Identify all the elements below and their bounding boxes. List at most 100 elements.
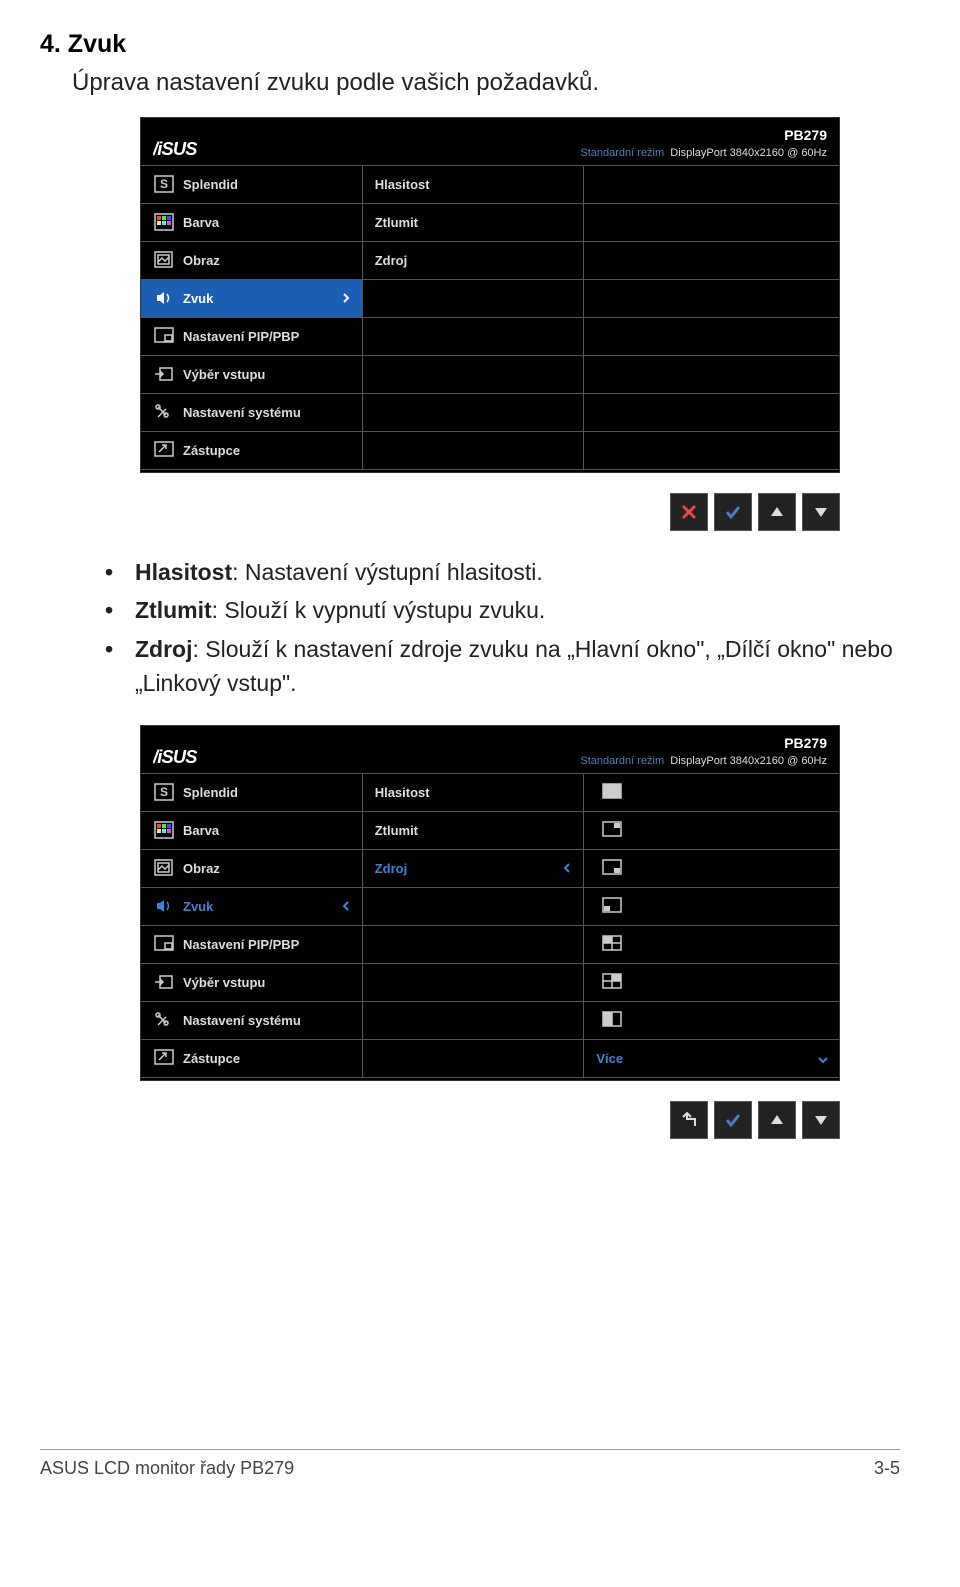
osd-header-info: PB279 Standardní režim DisplayPort 3840x… [580,734,827,769]
menu-zastupce[interactable]: Zástupce [141,1040,363,1078]
menu-label: Nastavení systému [183,1013,301,1028]
up-button[interactable] [758,493,796,531]
blank-row [584,280,839,318]
blank-row [584,242,839,280]
blank-row [363,926,585,964]
menu-zvuk[interactable]: Zvuk [141,888,363,926]
bullet-ztlumit: • Ztlumit: Slouží k vypnutí výstupu zvuk… [105,593,900,628]
menu-label: Obraz [183,861,220,876]
menu-system[interactable]: Nastavení systému [141,394,363,432]
source-option-3[interactable] [584,850,839,888]
source-option-5[interactable] [584,926,839,964]
blank-row [584,318,839,356]
source-option-2[interactable] [584,812,839,850]
asus-logo: /iSUS [153,137,253,161]
menu-barva[interactable]: Barva [141,204,363,242]
ok-button[interactable] [714,1101,752,1139]
nav-buttons-1 [140,493,840,531]
menu-vstup[interactable]: Výběr vstupu [141,356,363,394]
menu-splendid[interactable]: S Splendid [141,166,363,204]
blank-row [363,318,585,356]
source-option-1[interactable] [584,774,839,812]
blank-row [584,432,839,470]
nav-buttons-2 [140,1101,840,1139]
bullet-list: • Hlasitost: Nastavení výstupní hlasitos… [105,555,900,701]
submenu-hlasitost[interactable]: Hlasitost [363,166,585,204]
osd-screenshot-2: /iSUS PB279 Standardní režim DisplayPort… [140,725,840,1081]
menu-label: Zástupce [183,443,240,458]
section-subheading: Úprava nastavení zvuku podle vašich poža… [72,69,900,97]
menu-zvuk[interactable]: Zvuk [141,280,363,318]
submenu-zdroj[interactable]: Zdroj [363,242,585,280]
menu-pip[interactable]: Nastavení PIP/PBP [141,318,363,356]
source-option-7[interactable] [584,1002,839,1040]
blank-row [363,888,585,926]
source-option-6[interactable] [584,964,839,1002]
svg-text:/iSUS: /iSUS [153,138,198,159]
ok-button[interactable] [714,493,752,531]
window-quad-tl-icon [602,935,624,953]
close-button[interactable] [670,493,708,531]
menu-label: Zástupce [183,1051,240,1066]
blank-row [584,166,839,204]
menu-zastupce[interactable]: Zástupce [141,432,363,470]
submenu-hlasitost[interactable]: Hlasitost [363,774,585,812]
blank-row [363,280,585,318]
down-button[interactable] [802,493,840,531]
menu-splendid[interactable]: S Splendid [141,774,363,812]
source-more[interactable]: Více [584,1040,839,1078]
submenu-zdroj[interactable]: Zdroj [363,850,585,888]
section-heading: 4. Zvuk [40,30,900,59]
menu-obraz[interactable]: Obraz [141,850,363,888]
menu-obraz[interactable]: Obraz [141,242,363,280]
osd-col1: S Splendid Barva Obraz Zvuk Nastavení PI… [141,166,363,470]
submenu-ztlumit[interactable]: Ztlumit [363,812,585,850]
pip-icon [153,935,175,953]
bullet-zdroj: • Zdroj: Slouží k nastavení zdroje zvuku… [105,632,900,701]
input-icon [153,973,175,991]
submenu-ztlumit[interactable]: Ztlumit [363,204,585,242]
blank-row [363,394,585,432]
menu-label: Barva [183,215,219,230]
image-icon [153,251,175,269]
source-option-4[interactable] [584,888,839,926]
osd-header: /iSUS PB279 Standardní režim DisplayPort… [141,726,839,774]
chevron-left-icon [340,900,352,915]
bullet-hlasitost: • Hlasitost: Nastavení výstupní hlasitos… [105,555,900,590]
mode-label: Standardní režim [580,147,664,159]
menu-label: Splendid [183,785,238,800]
wrench-icon [153,403,175,421]
speaker-icon [153,289,175,307]
blank-row [363,1040,585,1078]
blank-row [363,1002,585,1040]
input-icon [153,365,175,383]
menu-barva[interactable]: Barva [141,812,363,850]
menu-system[interactable]: Nastavení systému [141,1002,363,1040]
blank-row [363,964,585,1002]
menu-label: Výběr vstupu [183,367,265,382]
up-button[interactable] [758,1101,796,1139]
down-button[interactable] [802,1101,840,1139]
menu-label: Splendid [183,177,238,192]
blank-row [584,394,839,432]
footer-left: ASUS LCD monitor řady PB279 [40,1458,294,1479]
menu-pip[interactable]: Nastavení PIP/PBP [141,926,363,964]
menu-vstup[interactable]: Výběr vstupu [141,964,363,1002]
blank-row [584,204,839,242]
blank-row [363,432,585,470]
chevron-left-icon [561,862,573,877]
menu-label: Výběr vstupu [183,975,265,990]
window-pip-bl-icon [602,897,624,915]
footer-right: 3-5 [874,1458,900,1479]
menu-label: Barva [183,823,219,838]
osd-header: /iSUS PB279 Standardní režim DisplayPort… [141,118,839,166]
menu-label: Zvuk [183,899,213,914]
wrench-icon [153,1011,175,1029]
image-icon [153,859,175,877]
page-footer: ASUS LCD monitor řady PB279 3-5 [40,1449,900,1479]
chevron-right-icon [340,292,352,307]
menu-label: Nastavení PIP/PBP [183,937,299,952]
letter-s-icon: S [153,783,175,801]
back-button[interactable] [670,1101,708,1139]
window-quad-tr-icon [602,973,624,991]
